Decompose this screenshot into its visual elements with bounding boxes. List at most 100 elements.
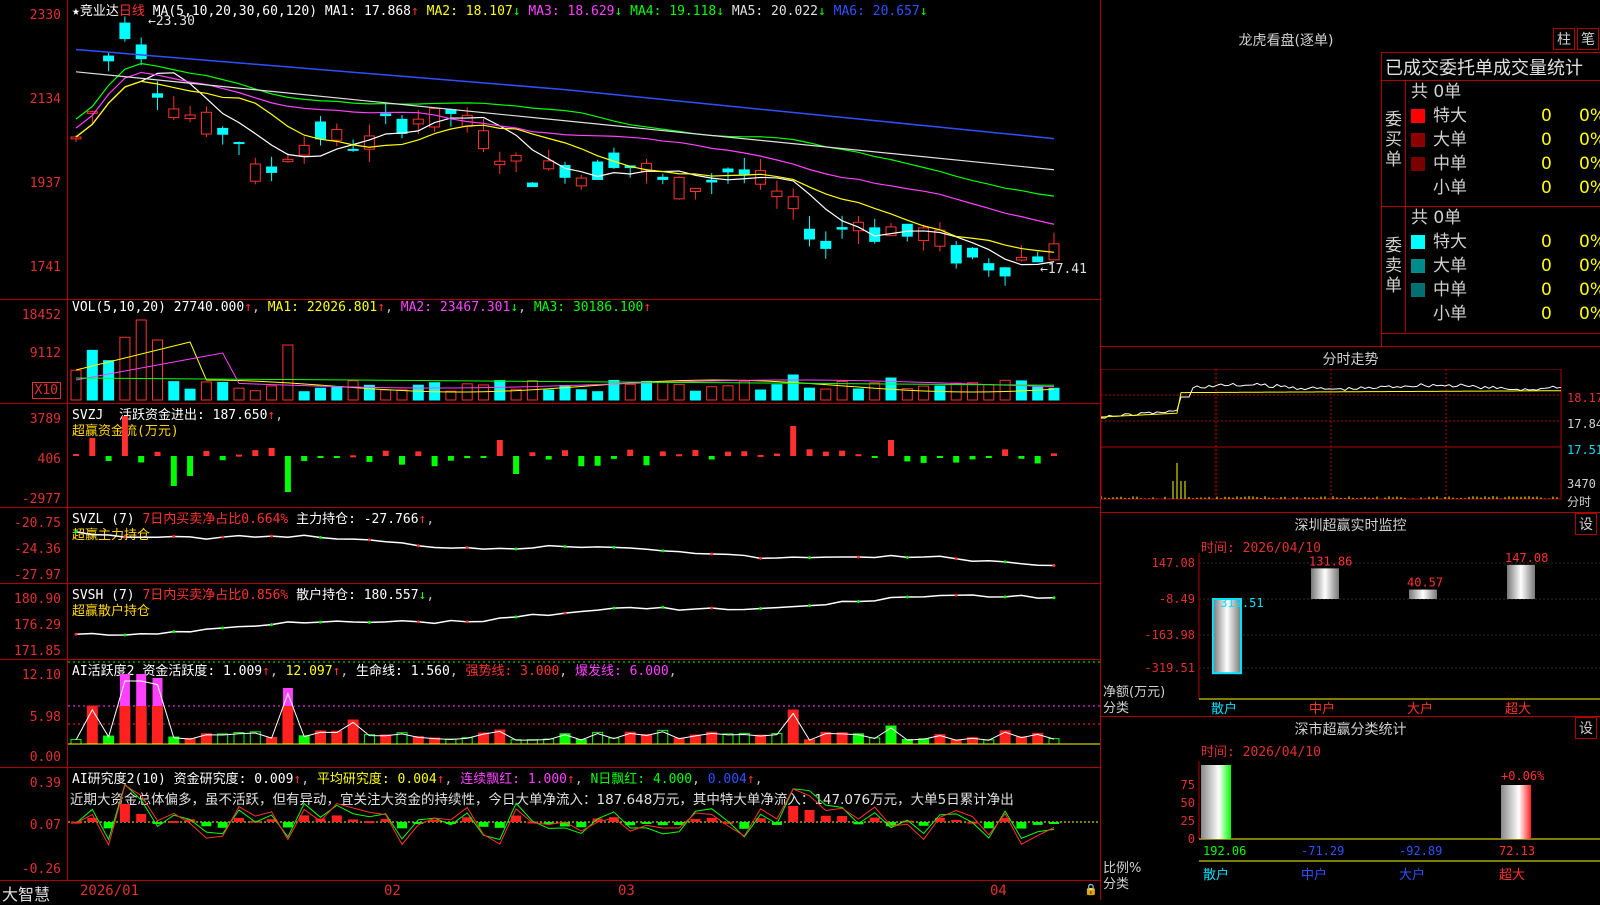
- intraday-panel[interactable]: 分时走势 18.17 17.84 17.51 3470 分时: [1100, 346, 1600, 512]
- candle-body: [331, 129, 343, 141]
- classify-tick: 25: [1181, 814, 1195, 828]
- volume-bar: [217, 381, 229, 401]
- activity-bar: [787, 709, 799, 745]
- volume-bar: [1048, 387, 1060, 401]
- lock-icon[interactable]: 🔒: [1084, 883, 1098, 896]
- kline-panel[interactable]: 2330 2134 1937 1741 ★竞业达日线 MA(5,10,20,30…: [0, 0, 1100, 300]
- volume-bar: [331, 386, 343, 401]
- holding-dot: [367, 538, 371, 542]
- volume-bar: [771, 384, 783, 401]
- candle-body: [804, 228, 815, 240]
- fund-flow-bar: [936, 456, 943, 458]
- research-bar: [119, 804, 130, 822]
- fund-flow-bar: [953, 456, 960, 463]
- candle-body: [510, 154, 522, 162]
- stats-title: 已成交委托单成交量统计: [1385, 58, 1583, 79]
- research-bar: [951, 820, 962, 823]
- ai-active-tick: 0.00: [29, 750, 61, 765]
- ratio-value: -71.29: [1301, 844, 1344, 858]
- holding-dot: [759, 606, 763, 610]
- ai-research-chart[interactable]: [68, 768, 1100, 880]
- monitor-chart[interactable]: 147.08 -8.49 -163.98 -319.51 -319.51 散户 131.86…: [1101, 513, 1600, 717]
- holding-dot: [856, 599, 860, 603]
- volume-bar: [575, 389, 587, 401]
- holding-dot: [123, 633, 127, 637]
- fund-flow-bar: [904, 456, 911, 462]
- holding-dot: [123, 535, 127, 539]
- brand-logo: 大智慧: [2, 885, 51, 904]
- svzj-panel[interactable]: 3789 406 -2977 SVZJ 活跃资金进出: 187.650↑, 超赢…: [0, 404, 1100, 508]
- bar-value: -319.51: [1213, 596, 1264, 610]
- classify-panel[interactable]: 深市超赢分类统计 设 时间: 2026/04/10 75 50 25 0 +0.06% 1…: [1100, 716, 1600, 900]
- ai-active-tick: 12.10: [21, 668, 61, 683]
- holding-dot: [74, 632, 78, 636]
- holding-dot: [710, 552, 714, 556]
- bar-mode-button[interactable]: 柱: [1553, 28, 1575, 50]
- volume-panel[interactable]: 18452 9112 X10 VOL(5,10,20) 27740.000↑, …: [0, 300, 1100, 404]
- fund-flow-bar: [725, 451, 731, 456]
- candle-body: [282, 158, 294, 163]
- fund-flow-bar: [366, 456, 373, 462]
- holding-dot: [661, 605, 665, 609]
- activity-bar: [722, 733, 734, 745]
- volume-bar: [787, 374, 799, 401]
- monitor-panel[interactable]: 深圳超赢实时监控 设 时间: 2026/04/10 147.08 -8.49 -16…: [1100, 512, 1600, 717]
- category-label: 中户: [1309, 701, 1335, 717]
- research-bar: [690, 818, 701, 822]
- holding-dot: [367, 620, 371, 624]
- research-bar: [478, 822, 489, 827]
- candle-body: [217, 127, 229, 135]
- ai-active-chart[interactable]: [68, 660, 1100, 768]
- fund-flow-bar: [757, 454, 764, 457]
- candle-body: [836, 227, 848, 230]
- intraday-chart[interactable]: [1101, 369, 1600, 513]
- category-label: 大户: [1399, 867, 1425, 883]
- fund-flow-bar: [676, 454, 683, 457]
- intraday-volume-tick: 3470: [1567, 477, 1596, 491]
- vol-tick: 9112: [29, 346, 61, 361]
- fund-flow-bar: [790, 426, 797, 456]
- ai-research-panel[interactable]: 0.39 0.07 -0.26 AI研究度2(10) 资金研究度: 0.009↑…: [0, 768, 1100, 880]
- fund-flow-bar: [170, 456, 177, 486]
- holding-dot: [710, 606, 714, 610]
- svzl-chart[interactable]: [68, 508, 1100, 584]
- fund-flow-bar: [708, 456, 715, 460]
- fund-flow-bar: [529, 452, 536, 456]
- volume-bar: [673, 383, 685, 401]
- ai-active-panel[interactable]: 12.10 5.98 0.00 AI活跃度2 资金活跃度: 1.009↑, 12…: [0, 660, 1100, 768]
- volume-bar: [706, 386, 718, 401]
- candle-body: [738, 169, 750, 175]
- svzl-panel[interactable]: -20.75 -24.36 -27.97 SVZL (7) 7日内买卖净占比0.…: [0, 508, 1100, 584]
- svzj-tick: -2977: [21, 492, 61, 507]
- svsh-chart[interactable]: [68, 584, 1100, 660]
- svzj-chart[interactable]: [68, 404, 1100, 508]
- order-row: 大单 0 0%: [1381, 128, 1600, 152]
- activity-bar: [135, 705, 147, 745]
- order-type: 小单: [1433, 178, 1467, 198]
- date-tick: 2026/01: [80, 883, 140, 899]
- holding-dot: [270, 534, 274, 538]
- holding-dot: [759, 556, 763, 560]
- research-bar: [657, 822, 668, 826]
- kline-chart[interactable]: [68, 0, 1100, 300]
- price-tick: 1741: [29, 260, 61, 275]
- classify-chart[interactable]: 75 50 25 0 +0.06% 192.06 散户 -71.29 中户 -92.89 大户 72.…: [1101, 717, 1600, 901]
- ai-research-axis: 0.39 0.07 -0.26: [0, 768, 68, 880]
- holding-dot: [221, 535, 225, 539]
- volume-bar: [412, 384, 424, 401]
- monitor-tick: -319.51: [1144, 661, 1195, 675]
- fund-flow-bar: [121, 416, 128, 456]
- order-pct: 0%: [1579, 130, 1600, 150]
- monitor-tick: -8.49: [1159, 592, 1195, 606]
- candle-body: [722, 168, 734, 173]
- ratio-bar: [1501, 785, 1531, 839]
- holding-dot: [514, 547, 518, 551]
- fund-flow-bar: [382, 450, 389, 456]
- tick-mode-button[interactable]: 笔: [1577, 28, 1599, 50]
- fund-flow-bar: [431, 456, 438, 467]
- research-bar: [739, 822, 750, 829]
- svsh-panel[interactable]: 180.90 176.29 171.85 SVSH (7) 7日内买卖净占比0.…: [0, 584, 1100, 660]
- candle-body: [1015, 256, 1027, 261]
- volume-chart[interactable]: [68, 300, 1100, 404]
- fund-flow-bar: [659, 451, 666, 456]
